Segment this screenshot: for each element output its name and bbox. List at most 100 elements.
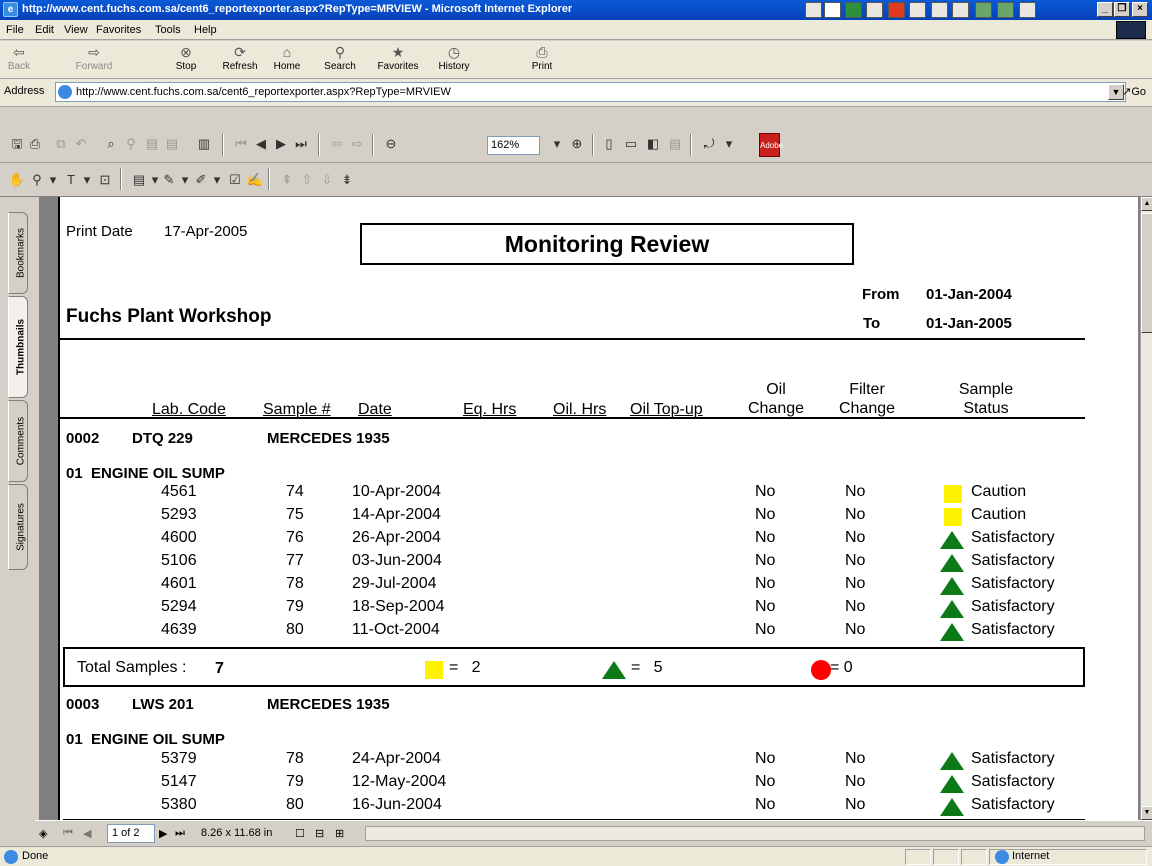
zoom-level-input[interactable]: 162% xyxy=(487,136,540,155)
tab-signatures[interactable]: Signatures xyxy=(8,484,28,570)
home-icon: ⌂ xyxy=(282,44,292,60)
page-size-text: 8.26 x 11.68 in xyxy=(201,827,273,839)
quicktime-icon[interactable] xyxy=(888,2,905,18)
page-left-icon[interactable]: ▤ xyxy=(143,135,161,153)
scroll-up-icon[interactable]: ▲ xyxy=(1141,197,1152,211)
facing-pages-icon[interactable]: ⊞ xyxy=(335,827,344,840)
next-page-icon[interactable]: ▶ xyxy=(272,135,290,153)
favorites-button[interactable]: ★ Favorites xyxy=(370,43,426,72)
search-text-icon[interactable]: ⚲ xyxy=(122,135,140,153)
tray-folder-icon[interactable] xyxy=(952,2,969,18)
chevron-down-icon[interactable]: ▾ xyxy=(208,171,226,189)
first-page-icon[interactable]: ⏮ xyxy=(63,827,73,840)
unit-code: 0002 xyxy=(66,430,100,447)
print-button[interactable]: ⎙ Print xyxy=(525,43,559,72)
tray-spreadsheet-icon[interactable] xyxy=(997,2,1014,18)
sample-number-cell: 76 xyxy=(286,529,304,546)
save-icon[interactable]: 🖫 xyxy=(8,135,26,153)
scroll-down-icon[interactable]: ▼ xyxy=(1141,806,1152,820)
go-button[interactable]: ↗Go xyxy=(1122,85,1146,98)
next-page-icon[interactable]: ▶ xyxy=(159,827,167,840)
actual-size-icon[interactable]: ▯ xyxy=(600,135,618,153)
chevron-down-icon[interactable]: ▾ xyxy=(548,135,566,153)
page-right-icon[interactable]: ▤ xyxy=(163,135,181,153)
horizontal-scrollbar[interactable] xyxy=(365,826,1145,841)
scroll-thumb[interactable] xyxy=(1141,213,1152,333)
last-page-icon[interactable]: ⏭ xyxy=(175,827,185,840)
spell-check-icon[interactable]: ☑ xyxy=(226,171,244,189)
first-page-icon[interactable]: ⏮ xyxy=(232,135,250,153)
hand-tool-icon[interactable]: ✋ xyxy=(8,171,26,189)
print-icon[interactable]: ⎙ xyxy=(26,135,44,153)
minimize-icon[interactable]: _ xyxy=(1097,2,1113,17)
zone-text: Internet xyxy=(1012,850,1050,862)
fit-width-icon[interactable]: ◧ xyxy=(644,135,662,153)
zoom-in-icon[interactable]: ⊕ xyxy=(568,135,586,153)
copy-icon[interactable]: ⧉ xyxy=(52,135,70,153)
rotate-view-icon[interactable]: ⤾ xyxy=(700,135,718,153)
tray-spreadsheet-icon[interactable] xyxy=(975,2,992,18)
status-cell: Satisfactory xyxy=(971,598,1055,615)
page-number-input[interactable]: 1 of 2 xyxy=(107,824,155,843)
zoom-out-icon[interactable]: ⊖ xyxy=(382,135,400,153)
refresh-icon: ⟳ xyxy=(234,44,246,60)
tray-folder-icon[interactable] xyxy=(909,2,926,18)
last-page-icon[interactable]: ⏭ xyxy=(292,135,310,153)
address-input[interactable]: http://www.cent.fuchs.com.sa/cent6_repor… xyxy=(55,82,1126,102)
history-button[interactable]: ◷ History xyxy=(432,43,476,72)
tab-comments[interactable]: Comments xyxy=(8,400,28,482)
window-title-bar[interactable]: e http://www.cent.fuchs.com.sa/cent6_rep… xyxy=(0,0,1152,20)
page-last-doc-icon[interactable]: ⇟ xyxy=(338,171,356,189)
nav-pane-icon[interactable]: ▥ xyxy=(195,135,213,153)
single-page-icon[interactable]: ☐ xyxy=(295,827,305,840)
word-icon[interactable] xyxy=(824,2,841,18)
continuous-icon[interactable]: ⊟ xyxy=(315,827,324,840)
sign-icon[interactable]: ✍ xyxy=(246,171,264,189)
excel-icon[interactable] xyxy=(845,2,862,18)
green-triangle-icon xyxy=(940,623,964,641)
adobe-logo-icon[interactable]: Adobe xyxy=(759,133,783,157)
go-back-icon[interactable]: ⇦ xyxy=(328,135,346,153)
nav-pane-toggle-icon[interactable]: ◈ xyxy=(39,827,47,840)
office-assistant-icon[interactable] xyxy=(866,2,883,18)
menu-tools[interactable]: Tools xyxy=(155,24,181,36)
chevron-down-icon[interactable]: ▾ xyxy=(44,171,62,189)
tray-folder-icon[interactable] xyxy=(1019,2,1036,18)
back-button[interactable]: ⇦ Back xyxy=(4,43,34,72)
fit-page-icon[interactable]: ▭ xyxy=(622,135,640,153)
find-icon[interactable]: ⌕ xyxy=(102,135,120,153)
menu-view[interactable]: View xyxy=(64,24,88,36)
tray-folder-icon[interactable] xyxy=(931,2,948,18)
vertical-scrollbar[interactable]: ▲ ▼ xyxy=(1140,197,1152,820)
restore-icon[interactable]: ❐ xyxy=(1114,2,1130,17)
undo-icon[interactable]: ↶ xyxy=(72,135,90,153)
chevron-down-icon[interactable]: ▾ xyxy=(720,135,738,153)
page-up-doc-icon[interactable]: ⇧ xyxy=(298,171,316,189)
page-first-doc-icon[interactable]: ⇞ xyxy=(278,171,296,189)
search-button[interactable]: ⚲ Search xyxy=(318,43,362,72)
home-button[interactable]: ⌂ Home xyxy=(270,43,304,72)
green-triangle-icon xyxy=(602,661,626,679)
unit-model: MERCEDES 1935 xyxy=(267,430,390,447)
forward-button[interactable]: ⇨ Forward xyxy=(70,43,118,72)
menu-favorites[interactable]: Favorites xyxy=(96,24,141,36)
fit-visible-icon[interactable]: ▤ xyxy=(666,135,684,153)
go-forward-icon[interactable]: ⇨ xyxy=(348,135,366,153)
col-sample-status-line1: Sample xyxy=(958,381,1014,398)
stop-button[interactable]: ⊗ Stop xyxy=(170,43,202,72)
menu-file[interactable]: File xyxy=(6,24,24,36)
refresh-button[interactable]: ⟳ Refresh xyxy=(218,43,262,72)
chevron-down-icon[interactable]: ▾ xyxy=(78,171,96,189)
document-view[interactable]: Print Date 17-Apr-2005 Monitoring Review… xyxy=(40,197,1140,820)
previous-page-icon[interactable]: ◀ xyxy=(83,827,91,840)
tab-bookmarks[interactable]: Bookmarks xyxy=(8,212,28,294)
tray-app-icon[interactable] xyxy=(805,2,822,18)
close-icon[interactable]: × xyxy=(1132,2,1148,17)
previous-page-icon[interactable]: ◀ xyxy=(252,135,270,153)
snapshot-icon[interactable]: ⊡ xyxy=(96,171,114,189)
status-cell: Satisfactory xyxy=(971,552,1055,569)
page-down-doc-icon[interactable]: ⇩ xyxy=(318,171,336,189)
menu-edit[interactable]: Edit xyxy=(35,24,54,36)
menu-help[interactable]: Help xyxy=(194,24,217,36)
tab-thumbnails[interactable]: Thumbnails xyxy=(8,296,28,398)
